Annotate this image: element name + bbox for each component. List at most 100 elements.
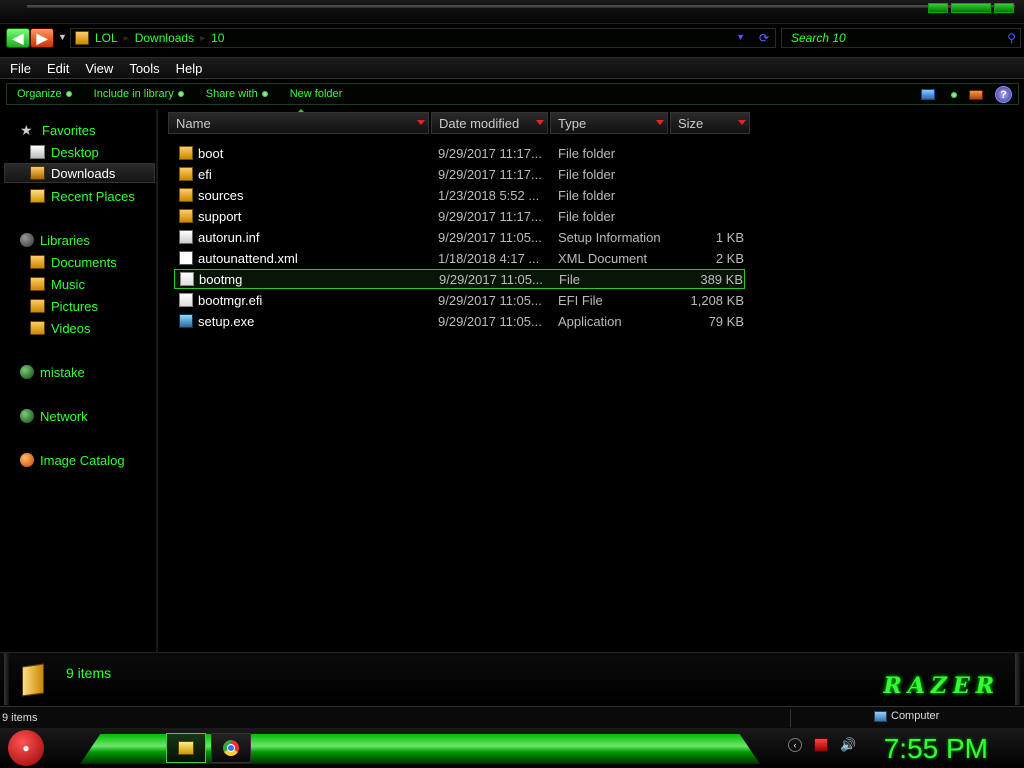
sidebar-item-favorites[interactable]: ★ Favorites — [20, 120, 95, 140]
sidebar-item-recent-places[interactable]: Recent Places — [30, 186, 135, 206]
breadcrumb-lol[interactable]: LOL — [95, 31, 118, 45]
sidebar-item-desktop[interactable]: Desktop — [30, 142, 99, 162]
column-dropdown-icon[interactable] — [656, 120, 664, 125]
status-location: Computer — [874, 710, 939, 722]
sidebar-item-documents[interactable]: Documents — [30, 252, 117, 272]
preview-pane-icon[interactable] — [969, 89, 983, 100]
file-name: support — [198, 208, 242, 224]
image-catalog-icon — [20, 453, 34, 467]
start-button[interactable]: ● — [8, 730, 44, 766]
include-in-library-label: Include in library — [93, 88, 174, 100]
file-type: File folder — [558, 145, 616, 161]
file-row[interactable]: autorun.inf 9/29/2017 11:05... Setup Inf… — [174, 227, 745, 247]
status-location-label: Computer — [891, 710, 940, 722]
column-dropdown-icon[interactable] — [536, 120, 544, 125]
file-type: File folder — [558, 208, 616, 224]
change-view-icon[interactable] — [921, 89, 935, 100]
file-date: 9/29/2017 11:05... — [438, 313, 542, 329]
volume-icon[interactable]: 🔊 — [840, 738, 856, 752]
sidebar-item-network[interactable]: Network — [20, 406, 88, 426]
column-dropdown-icon[interactable] — [738, 120, 746, 125]
view-options-dot-icon[interactable] — [951, 91, 957, 98]
file-row[interactable]: autounattend.xml 1/18/2018 4:17 ... XML … — [174, 248, 745, 268]
file-name: autorun.inf — [198, 229, 260, 245]
desktop-icon — [30, 145, 45, 159]
include-in-library-button[interactable]: Include in library — [94, 88, 184, 100]
back-button[interactable]: ◀ — [6, 28, 30, 48]
network-status-icon[interactable] — [814, 738, 828, 752]
breadcrumb-separator-icon: ▸ — [200, 32, 206, 44]
file-date: 9/29/2017 11:17... — [438, 208, 542, 224]
menu-tools[interactable]: Tools — [129, 61, 159, 76]
sidebar-item-label: Recent Places — [51, 188, 135, 204]
minimize-button[interactable] — [928, 3, 948, 13]
file-row[interactable]: support 9/29/2017 11:17... File folder — [174, 206, 745, 226]
sidebar-item-label: Network — [40, 408, 88, 424]
close-button[interactable] — [994, 3, 1014, 13]
menu-view[interactable]: View — [85, 61, 113, 76]
dropdown-dot-icon — [261, 91, 268, 97]
file-row[interactable]: boot 9/29/2017 11:17... File folder — [174, 143, 745, 163]
menu-file[interactable]: File — [10, 61, 31, 76]
sidebar-item-downloads[interactable]: Downloads — [4, 163, 155, 183]
menu-help[interactable]: Help — [176, 61, 203, 76]
forward-button[interactable]: ▶ — [30, 28, 54, 48]
new-folder-button[interactable]: New folder — [290, 88, 343, 100]
file-date: 1/18/2018 4:17 ... — [438, 250, 540, 266]
file-row[interactable]: setup.exe 9/29/2017 11:05... Application… — [174, 311, 745, 331]
breadcrumb-10[interactable]: 10 — [211, 31, 224, 45]
column-header-size[interactable]: Size — [670, 112, 750, 134]
file-date: 1/23/2018 5:52 ... — [438, 187, 540, 203]
sidebar-item-videos[interactable]: Videos — [30, 318, 91, 338]
file-row[interactable]: bootmgr.efi 9/29/2017 11:05... EFI File … — [174, 290, 745, 310]
taskbar-chrome-button[interactable] — [211, 733, 251, 763]
file-row-selected[interactable]: bootmg 9/29/2017 11:05... File 389 KB — [174, 269, 745, 289]
column-dropdown-icon[interactable] — [417, 120, 425, 125]
sidebar-item-pictures[interactable]: Pictures — [30, 296, 98, 316]
file-list-pane: Name Date modified Type Size boot 9/29/2… — [162, 109, 1024, 652]
sidebar-item-image-catalog[interactable]: Image Catalog — [20, 450, 125, 470]
sidebar-item-music[interactable]: Music — [30, 274, 85, 294]
new-folder-label: New folder — [289, 88, 343, 100]
command-bar: Organize Include in library Share with N… — [6, 83, 1019, 105]
refresh-icon[interactable]: ⟳ — [759, 31, 769, 45]
show-hidden-icons-icon[interactable]: ‹ — [788, 738, 802, 752]
folder-icon — [179, 167, 193, 181]
menu-edit[interactable]: Edit — [47, 61, 69, 76]
downloads-icon — [30, 166, 45, 180]
file-type: XML Document — [558, 250, 648, 266]
search-box[interactable]: ⚲ — [781, 28, 1021, 48]
address-bar[interactable]: LOL ▸ Downloads ▸ 10 ▼ ⟳ — [70, 28, 776, 48]
taskbar-clock[interactable]: 7:55 PM — [884, 733, 988, 765]
breadcrumb-downloads[interactable]: Downloads — [135, 31, 194, 45]
column-header-name[interactable]: Name — [168, 112, 429, 134]
share-with-button[interactable]: Share with — [206, 88, 268, 100]
status-bar: 9 items Computer — [0, 706, 1024, 728]
sidebar-item-label: Pictures — [51, 298, 98, 314]
search-input[interactable] — [791, 31, 991, 45]
file-row[interactable]: efi 9/29/2017 11:17... File folder — [174, 164, 745, 184]
sidebar-item-libraries[interactable]: Libraries — [20, 230, 90, 250]
maximize-button[interactable] — [951, 3, 991, 13]
sidebar-item-label: Music — [51, 276, 85, 292]
address-dropdown-icon[interactable]: ▼ — [736, 32, 745, 42]
taskbar-explorer-button[interactable] — [166, 733, 206, 763]
sidebar-item-label: Desktop — [51, 144, 99, 160]
column-header-date-modified[interactable]: Date modified — [431, 112, 548, 134]
help-icon[interactable]: ? — [995, 86, 1012, 103]
system-tray: ‹ 🔊 — [788, 738, 856, 752]
sidebar-item-mistake[interactable]: mistake — [20, 362, 85, 382]
file-row[interactable]: sources 1/23/2018 5:52 ... File folder — [174, 185, 745, 205]
recent-pages-dropdown[interactable]: ▼ — [58, 32, 67, 42]
videos-icon — [30, 321, 45, 335]
column-header-type[interactable]: Type — [550, 112, 668, 134]
organize-label: Organize — [17, 88, 62, 100]
xml-icon — [179, 251, 193, 265]
search-icon[interactable]: ⚲ — [1007, 31, 1016, 45]
file-type: File folder — [558, 187, 616, 203]
file-date: 9/29/2017 11:05... — [438, 292, 542, 308]
star-icon: ★ — [20, 122, 33, 138]
chrome-icon — [223, 740, 239, 756]
organize-button[interactable]: Organize — [17, 88, 72, 100]
forward-arrow-icon: ▶ — [36, 29, 48, 46]
